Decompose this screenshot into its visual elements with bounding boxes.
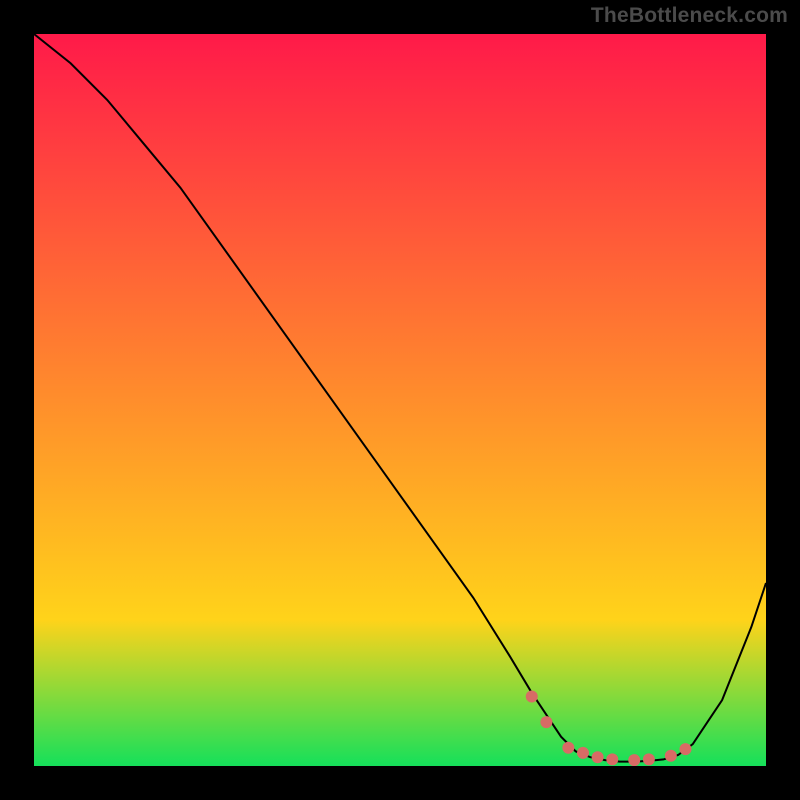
- plot-area: [34, 34, 766, 766]
- highlight-dot: [526, 690, 538, 702]
- highlight-dot: [643, 753, 655, 765]
- highlight-dot: [562, 742, 574, 754]
- highlight-dot: [577, 747, 589, 759]
- highlight-dot: [665, 750, 677, 762]
- chart-frame: TheBottleneck.com: [0, 0, 800, 800]
- highlight-dot: [679, 743, 691, 755]
- highlight-dot: [540, 716, 552, 728]
- highlight-dot: [606, 753, 618, 765]
- chart-svg: [34, 34, 766, 766]
- highlight-dot: [628, 754, 640, 766]
- highlight-dot: [592, 751, 604, 763]
- watermark-text: TheBottleneck.com: [591, 4, 788, 28]
